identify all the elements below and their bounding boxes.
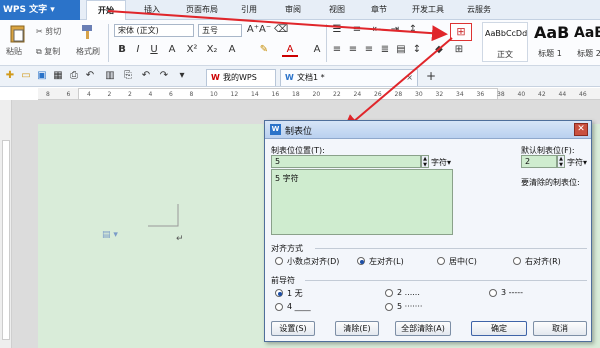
set-button[interactable]: 设置(S) [271,321,315,336]
dialog-title-bar[interactable]: W 制表位 ✕ [265,121,591,139]
divider [305,280,587,281]
divider [315,248,587,249]
radio-icon[interactable] [437,257,445,265]
default-tab-unit-label: 字符 [567,158,583,167]
cancel-button[interactable]: 取消 [533,321,587,336]
dialog-title: 制表位 [285,127,313,137]
radio-icon[interactable] [275,303,283,311]
clear-button[interactable]: 清除(E) [335,321,379,336]
arrow-to-tab-icon [107,10,448,42]
tab-stop-list[interactable]: 5 字符 [271,169,453,235]
align-right-label: 右对齐(R) [525,257,561,266]
tab-position-unit-label: 字符 [431,158,447,167]
arrow-to-dialog [342,37,453,131]
clear-all-button[interactable]: 全部清除(A) [395,321,451,336]
radio-selected-icon[interactable] [275,289,283,297]
leader-dashes-label: 3 ----- [501,288,524,297]
leader-label: 前导符 [271,276,295,285]
alignment-label: 对齐方式 [271,244,303,253]
align-decimal-label: 小数点对齐(D) [287,257,340,266]
leader-dots-label: 2 ...... [397,288,420,297]
leader-none-label: 1 无 [287,289,303,298]
clear-tabs-label: 要清除的制表位: [521,178,580,187]
tab-stop-list-item[interactable]: 5 字符 [275,173,299,184]
wps-dialog-icon: W [270,124,281,135]
radio-icon[interactable] [385,289,393,297]
default-tab-unit[interactable]: 字符▾ [567,157,587,168]
radio-icon[interactable] [275,257,283,265]
align-left-label: 左对齐(L) [369,257,404,266]
dialog-close-icon[interactable]: ✕ [574,123,588,136]
default-tab-spinner[interactable]: ▲ ▼ [557,155,565,168]
tab-position-input[interactable]: 5 [271,155,421,168]
tabs-dialog: W 制表位 ✕ 制表位位置(T): 5 ▲ ▼ 字符▾ 5 字符 默认制表位(F)… [264,120,592,342]
ok-button[interactable]: 确定 [471,321,527,336]
radio-icon[interactable] [489,289,497,297]
tab-position-spinner[interactable]: ▲ ▼ [421,155,429,168]
leader-middot-label: 5 ······· [397,302,423,311]
tab-position-unit[interactable]: 字符▾ [431,157,451,168]
default-tab-input[interactable]: 2 [521,155,557,168]
leader-underline-label: 4 ____ [287,302,311,311]
align-center-label: 居中(C) [449,257,477,266]
radio-icon[interactable] [513,257,521,265]
radio-selected-icon[interactable] [357,257,365,265]
radio-icon[interactable] [385,303,393,311]
